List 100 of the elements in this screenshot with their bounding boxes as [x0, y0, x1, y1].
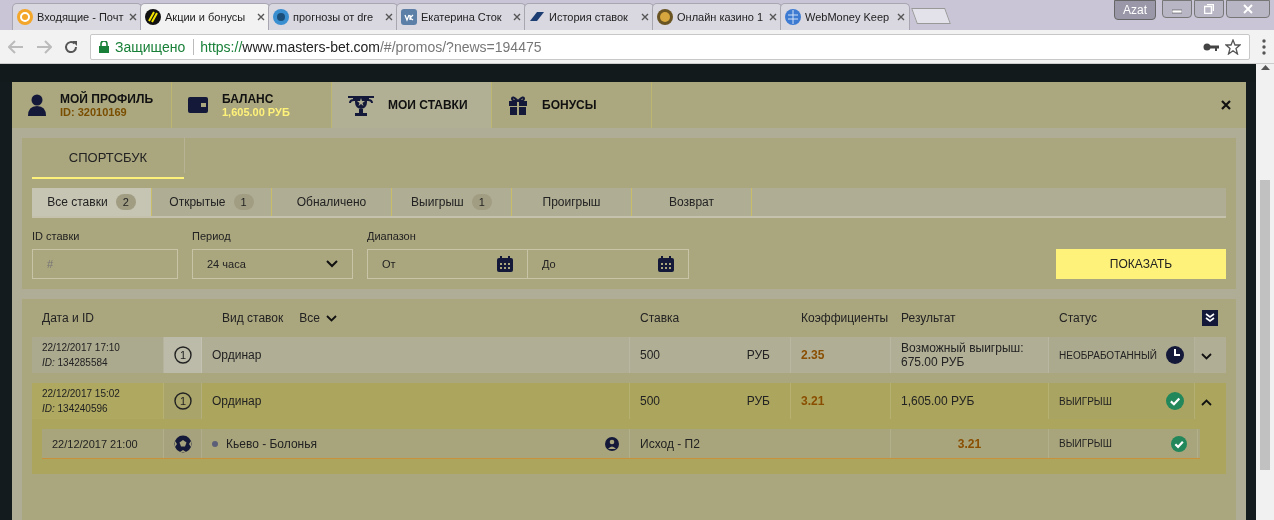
- security-label: Защищено: [115, 38, 195, 55]
- browser-tab[interactable]: Входящие - Почт: [12, 3, 142, 30]
- scrollbar-thumb[interactable]: [1260, 180, 1270, 470]
- show-button[interactable]: ПОКАЗАТЬ: [1056, 249, 1226, 279]
- expand-all-button[interactable]: [1201, 310, 1218, 326]
- tab-title: История ставок: [549, 11, 629, 23]
- square-logo-icon: [401, 9, 417, 25]
- tab-subtitle: 1,605.00 РУБ: [222, 106, 290, 118]
- chevron-down-icon: [1201, 352, 1212, 360]
- coin-icon: [657, 9, 673, 25]
- url-text: https://www.masters-bet.com/#/promos/?news=194475: [200, 38, 542, 55]
- tab-label: Возврат: [669, 195, 714, 209]
- tab-title: Онлайн казино 1: [677, 11, 765, 23]
- tab-title: МОИ СТАВКИ: [388, 98, 468, 112]
- tab-title: МОЙ ПРОФИЛЬ: [60, 92, 153, 106]
- field-label: ID ставки: [32, 230, 81, 242]
- tab-title: Входящие - Почт: [37, 11, 125, 23]
- field-label: Период: [192, 230, 232, 242]
- tab-title: БОНУСЫ: [542, 98, 597, 112]
- header-tab[interactable]: МОЙ ПРОФИЛЬ ID: 32010169: [12, 82, 172, 128]
- check-circle-icon: [1166, 392, 1184, 410]
- tab-label: Обналичено: [296, 195, 367, 209]
- globe-icon: [785, 9, 801, 25]
- close-icon[interactable]: [257, 13, 265, 21]
- address-bar[interactable]: Защищено https://www.masters-bet.com/#/promos/?news=194475: [90, 33, 1250, 60]
- filter-tab[interactable]: Возврат: [632, 188, 752, 216]
- close-icon[interactable]: [513, 13, 521, 21]
- date-field[interactable]: До: [528, 249, 689, 279]
- tab-label: Открытые: [169, 195, 226, 209]
- header-tab[interactable]: БОНУСЫ: [492, 82, 652, 128]
- event-name: Кьево - Болонья: [226, 436, 317, 451]
- section-tab[interactable]: СПОРТСБУК: [32, 138, 184, 179]
- count-badge: 1: [471, 194, 492, 210]
- currency-label: РУБ: [746, 394, 770, 408]
- date-field[interactable]: От: [367, 249, 528, 279]
- chevron-down-icon: [326, 260, 338, 268]
- clock-icon: [1166, 346, 1184, 364]
- browser-tab[interactable]: прогнозы от dre: [268, 3, 398, 30]
- minimize-button[interactable]: [1162, 0, 1192, 18]
- filter-tab[interactable]: Проигрыш: [512, 188, 632, 216]
- bet-id-field[interactable]: #: [32, 249, 178, 279]
- bet-type-cell: Ординар: [202, 337, 630, 373]
- close-icon: [1243, 4, 1253, 14]
- filter-tab[interactable]: Выигрыш 1: [392, 188, 512, 216]
- menu-icon[interactable]: [1262, 38, 1266, 55]
- star-icon[interactable]: [1225, 38, 1241, 55]
- trophy-icon: [348, 94, 374, 116]
- event-date: 22/12/2017 21:00: [52, 437, 138, 450]
- field-label: Диапазон: [367, 230, 417, 242]
- browser-tab[interactable]: История ставок: [524, 3, 654, 30]
- filter-tab[interactable]: Все ставки 2: [32, 188, 152, 216]
- tab-label: Все ставки: [47, 195, 108, 209]
- outcome-label: Исход - П2: [640, 436, 700, 451]
- header-tab[interactable]: МОИ СТАВКИ: [332, 82, 492, 128]
- key-icon[interactable]: [1203, 41, 1219, 52]
- tab-label: Выигрыш: [411, 195, 464, 209]
- circle-logo-icon: [273, 9, 289, 25]
- count-badge: 1: [233, 194, 254, 210]
- close-icon[interactable]: [641, 13, 649, 21]
- double-chevron-icon: [1204, 313, 1215, 323]
- calendar-icon: [497, 256, 513, 272]
- close-icon[interactable]: [769, 13, 777, 21]
- close-icon[interactable]: [385, 13, 393, 21]
- tab-title: прогнозы от dre: [293, 11, 375, 23]
- check-circle-icon: [1171, 435, 1187, 452]
- tab-title: Акции и бонусы: [165, 11, 247, 23]
- tab-title: Екатерина Сток: [421, 11, 503, 23]
- odds-value: 2.35: [801, 348, 825, 362]
- date-id-cell: 22/12/2017 17:10 ID: 134285584: [32, 337, 164, 373]
- bullet-icon: [212, 440, 218, 447]
- browser-tab[interactable]: WebMoney Keep: [780, 3, 910, 30]
- column-header: Ставка: [639, 311, 681, 325]
- browser-tab[interactable]: Онлайн казино 1: [652, 3, 782, 30]
- chevron-down-icon: [325, 314, 337, 322]
- window-close-button[interactable]: [1226, 0, 1270, 18]
- filter-tab[interactable]: Обналичено: [272, 188, 392, 216]
- scrollbar[interactable]: [1256, 64, 1274, 520]
- status-label: НЕОБРАБОТАННЫЙ: [1059, 349, 1158, 361]
- type-filter-dropdown[interactable]: Все: [289, 311, 337, 325]
- tab-subtitle: ID: 32010169: [60, 106, 128, 118]
- filter-tab[interactable]: Открытые 1: [152, 188, 272, 216]
- circled-number-icon: 1: [173, 346, 192, 364]
- status-label: ВЫИГРЫШ: [1059, 438, 1112, 449]
- close-icon[interactable]: [897, 13, 905, 21]
- slash-logo-icon: [145, 9, 161, 25]
- close-icon[interactable]: [129, 13, 137, 21]
- column-header: Дата и ID: [41, 311, 95, 325]
- column-header: Результат: [900, 311, 957, 325]
- browser-tab[interactable]: Акции и бонусы: [140, 3, 270, 30]
- chevron-up-icon: [1201, 398, 1212, 406]
- column-header: Статус: [1058, 311, 1098, 325]
- soccer-ball-icon: [173, 434, 192, 453]
- reload-icon[interactable]: [64, 39, 78, 54]
- restore-icon: [1204, 4, 1214, 14]
- browser-tab[interactable]: Екатерина Сток: [396, 3, 526, 30]
- tab-title: WebMoney Keep: [805, 11, 891, 23]
- close-icon: [1221, 100, 1231, 110]
- period-dropdown[interactable]: 24 часа: [192, 249, 353, 279]
- calendar-icon: [658, 256, 674, 272]
- restore-button[interactable]: [1194, 0, 1224, 18]
